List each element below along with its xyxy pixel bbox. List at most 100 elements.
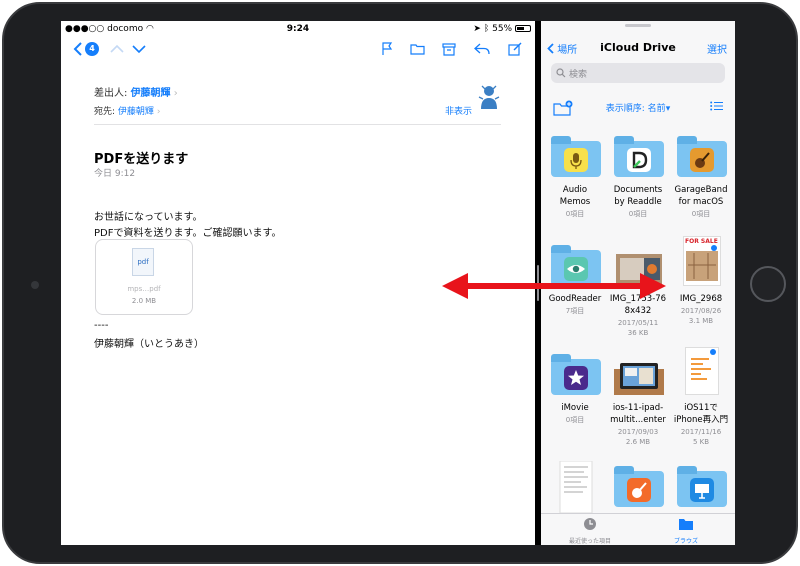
chevron-right-icon: › xyxy=(156,107,161,117)
photo-thumbnail xyxy=(614,353,664,395)
file-meta: 0項目 xyxy=(628,210,648,218)
home-button[interactable] xyxy=(750,266,786,302)
bluetooth-icon: ᛒ xyxy=(483,24,490,34)
document-thumbnail xyxy=(677,347,727,395)
to-name[interactable]: 伊藤朝輝 xyxy=(118,107,154,117)
unread-badge: 4 xyxy=(85,42,99,56)
hide-details-link[interactable]: 非表示 xyxy=(445,104,472,117)
sort-order-button[interactable]: 表示順序: 名前▾ xyxy=(541,101,735,114)
tab-recents[interactable]: 最近使った項目 xyxy=(555,516,625,545)
file-meta: 7項目 xyxy=(565,307,585,315)
folder-thumbnail xyxy=(677,135,727,177)
folder-icon[interactable] xyxy=(409,39,425,59)
guitar-icon xyxy=(690,148,714,172)
folder-thumbnail xyxy=(614,135,664,177)
file-meta-date: 2017/11/16 xyxy=(680,428,722,436)
file-name-line1: IMG_2968 xyxy=(679,294,723,304)
star-icon xyxy=(564,366,588,390)
to-row: 宛先: 伊藤朝輝 › xyxy=(94,104,160,117)
keynote-icon xyxy=(690,478,714,502)
battery-percent: 55% xyxy=(492,24,513,34)
attachment-file-name: mps…pdf xyxy=(127,285,161,293)
status-bar: ●●●○○ docomo ◠ 9:24 ➤ ᛒ 55% xyxy=(61,21,535,37)
file-name-line1: GarageBand xyxy=(674,185,728,195)
documents-d-icon xyxy=(627,148,651,172)
document-thumbnail xyxy=(551,460,601,514)
microphone-icon xyxy=(564,148,588,172)
sort-order-label: 表示順序: 名前 xyxy=(605,104,666,114)
file-name-line1: iOS11で xyxy=(684,403,718,413)
archive-icon[interactable] xyxy=(441,39,457,59)
file-name-line2: iPhone再入門 xyxy=(673,415,729,425)
back-chevron-icon[interactable] xyxy=(71,39,85,59)
from-label: 差出人: xyxy=(94,88,128,99)
tab-browse[interactable]: ブラウズ xyxy=(651,516,721,545)
file-meta-date: 2017/09/03 xyxy=(617,428,659,436)
files-tab-bar: 最近使った項目 ブラウズ xyxy=(541,513,735,545)
file-name-line2: 8x432 xyxy=(624,306,652,316)
mail-subject: PDFを送ります xyxy=(94,152,189,167)
folder-thumbnail xyxy=(677,461,727,507)
photo-thumbnail: FOR SALE xyxy=(677,236,727,286)
files-title: iCloud Drive xyxy=(600,41,676,54)
file-meta-size: 5 KB xyxy=(692,438,710,446)
slide-over-grabber[interactable] xyxy=(625,24,651,27)
triangle-down-icon: ▾ xyxy=(665,104,671,114)
chevron-right-icon: › xyxy=(173,88,178,99)
file-name-line2: for macOS xyxy=(678,197,724,207)
folder-thumbnail xyxy=(614,461,664,507)
body-line-2: PDFで資料を送ります。ご確認願います。 xyxy=(94,228,282,239)
double-headed-arrow xyxy=(442,273,666,299)
file-meta-size: 36 KB xyxy=(627,329,649,337)
reply-icon[interactable] xyxy=(473,39,491,59)
attachment-size: 2.0 MB xyxy=(131,297,157,305)
file-name-line1: Documents xyxy=(613,185,663,195)
for-sale-text: FOR SALE xyxy=(685,238,718,245)
clock-icon xyxy=(584,518,596,530)
file-meta: 0項目 xyxy=(691,210,711,218)
for-sale-thumbnail: FOR SALE xyxy=(683,236,721,286)
header-separator xyxy=(94,124,501,125)
file-meta: 0項目 xyxy=(565,210,585,218)
file-meta-date: 2017/08/26 xyxy=(680,307,722,315)
select-button[interactable]: 選択 xyxy=(707,41,727,56)
flag-icon[interactable] xyxy=(379,39,395,59)
file-meta-size: 2.6 MB xyxy=(625,438,651,446)
from-name[interactable]: 伊藤朝輝 xyxy=(131,88,171,99)
file-meta-size: 3.1 MB xyxy=(688,317,714,325)
body-line-1: お世話になっています。 xyxy=(94,212,203,223)
status-time: 9:24 xyxy=(286,24,310,34)
file-name-line1: iMovie xyxy=(561,403,589,413)
pdf-type-label: pdf xyxy=(137,258,149,266)
file-name-line2: Memos xyxy=(559,197,591,207)
file-name-line1: Audio xyxy=(562,185,588,195)
folder-thumbnail xyxy=(551,135,601,177)
folder-thumbnail xyxy=(551,353,601,395)
pdf-attachment[interactable]: pdf mps…pdf 2.0 MB xyxy=(95,239,193,315)
mail-date: 今日 9:12 xyxy=(94,169,136,179)
signature-separator: ---- xyxy=(94,320,109,331)
battery-icon xyxy=(515,25,531,32)
status-right: ➤ ᛒ 55% xyxy=(473,24,531,34)
signature: 伊藤朝輝（いとうあき） xyxy=(94,339,204,350)
front-camera xyxy=(31,281,39,289)
file-meta-date: 2017/05/11 xyxy=(617,319,659,327)
compose-icon[interactable] xyxy=(507,39,523,59)
previous-message-icon[interactable] xyxy=(109,39,125,59)
next-message-icon[interactable] xyxy=(131,39,147,59)
from-row: 差出人: 伊藤朝輝 › xyxy=(94,84,178,99)
list-view-icon[interactable] xyxy=(710,101,723,111)
tab-recents-label: 最近使った項目 xyxy=(568,538,611,545)
file-meta: 0項目 xyxy=(565,416,585,424)
sender-avatar[interactable] xyxy=(477,83,501,111)
mail-toolbar: 4 xyxy=(61,37,535,61)
search-icon xyxy=(556,68,566,78)
pdf-document-icon: pdf xyxy=(132,248,154,276)
location-icon: ➤ xyxy=(473,24,481,34)
files-search-field[interactable]: 検索 xyxy=(551,63,725,83)
search-placeholder: 検索 xyxy=(569,70,588,80)
file-name-line1: ios-11-ipad- xyxy=(612,403,664,413)
to-label: 宛先: xyxy=(94,107,116,117)
folder-icon xyxy=(679,519,693,530)
file-name-line2: multit...enter xyxy=(610,415,666,425)
